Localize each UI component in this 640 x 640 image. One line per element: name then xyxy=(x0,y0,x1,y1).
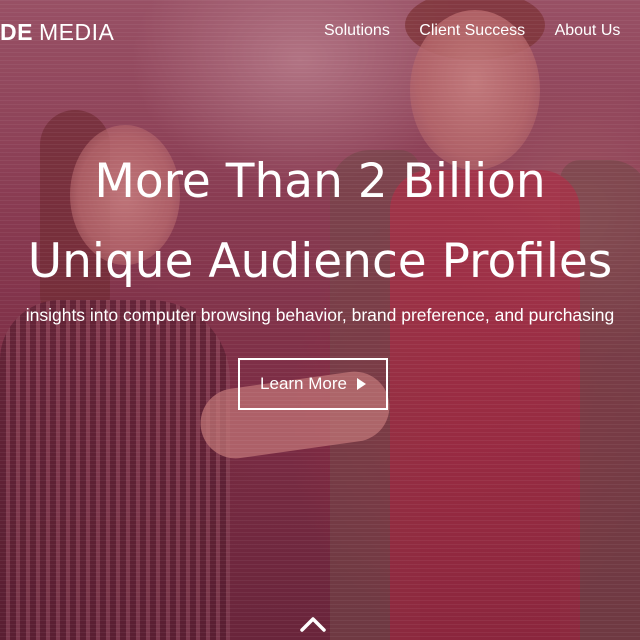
site-logo[interactable]: DE MEDIA xyxy=(0,19,114,46)
hero-headline-line-2: Unique Audience Profiles xyxy=(27,234,613,289)
play-arrow-icon xyxy=(356,378,366,390)
logo-text-light: MEDIA xyxy=(38,19,115,45)
hero-subtext: insights into computer browsing behavior… xyxy=(25,305,615,325)
logo-text-bold: DE xyxy=(0,19,33,45)
learn-more-label: Learn More xyxy=(260,374,347,393)
top-navigation: DE MEDIA Solutions Client Success About U… xyxy=(0,0,640,66)
nav-link-solutions[interactable]: Solutions xyxy=(324,22,390,40)
nav-link-client-success[interactable]: Client Success xyxy=(419,22,525,40)
chevron-up-icon[interactable] xyxy=(298,612,328,634)
nav-link-about-us[interactable]: About Us xyxy=(555,22,621,40)
hero-headline-line-1: More Than 2 Billion xyxy=(94,154,546,209)
learn-more-button[interactable]: Learn More xyxy=(238,358,388,410)
nav-links: Solutions Client Success About Us xyxy=(324,22,640,40)
hero-section: DE MEDIA Solutions Client Success About U… xyxy=(0,0,640,640)
